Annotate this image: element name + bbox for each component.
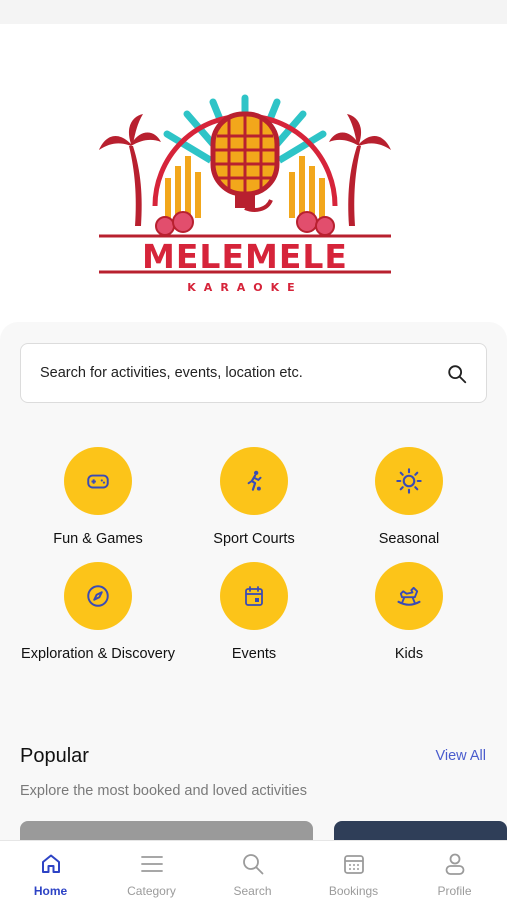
category-exploration-discovery[interactable]: Exploration & Discovery xyxy=(18,562,178,662)
calendar-icon xyxy=(245,586,263,606)
category-icon-circle[interactable] xyxy=(220,447,288,515)
category-kids[interactable]: Kids xyxy=(329,562,489,662)
view-all-link[interactable]: View All xyxy=(435,748,486,764)
category-icon-circle[interactable] xyxy=(375,562,443,630)
popular-section-subtitle: Explore the most booked and loved activi… xyxy=(20,783,307,799)
category-icon-circle[interactable] xyxy=(375,447,443,515)
melemele-karaoke-logo: MELEMELE KARAOKE xyxy=(99,94,391,294)
home-icon xyxy=(42,854,60,873)
category-label: Kids xyxy=(394,646,424,662)
gamepad-icon xyxy=(87,474,109,489)
menu-icon xyxy=(141,856,163,872)
calendar-icon xyxy=(344,855,364,874)
nav-search[interactable]: Search xyxy=(202,841,303,900)
nav-label: Profile xyxy=(437,884,472,898)
category-label: Fun & Games xyxy=(53,531,143,547)
category-icon-circle[interactable] xyxy=(64,562,132,630)
nav-home[interactable]: Home xyxy=(0,841,101,900)
nav-category[interactable]: Category xyxy=(101,841,202,900)
category-icon-circle[interactable] xyxy=(220,562,288,630)
nav-profile[interactable]: Profile xyxy=(404,841,505,900)
status-bar xyxy=(0,0,507,24)
hero-banner: MELEMELE KARAOKE xyxy=(0,24,507,324)
nav-label: Search xyxy=(233,884,272,898)
search-icon[interactable] xyxy=(446,363,468,385)
category-events[interactable]: Events xyxy=(174,562,334,662)
bottom-navigation: Home Category Search Bookings Profile xyxy=(0,840,507,900)
sun-icon xyxy=(396,468,422,494)
runner-icon xyxy=(247,470,262,491)
category-seasonal[interactable]: Seasonal xyxy=(329,447,489,547)
popular-section-title: Popular xyxy=(20,745,89,767)
user-icon xyxy=(445,853,465,875)
search-input[interactable]: Search for activities, events, location … xyxy=(40,365,303,381)
logo-brand-text: MELEMELE xyxy=(142,237,348,276)
category-icon-circle[interactable] xyxy=(64,447,132,515)
category-label: Sport Courts xyxy=(213,531,295,547)
nav-label: Home xyxy=(33,884,68,898)
rocking-horse-icon xyxy=(397,586,421,606)
category-label: Exploration & Discovery xyxy=(21,646,175,662)
compass-icon xyxy=(87,585,109,607)
search-bar[interactable]: Search for activities, events, location … xyxy=(20,343,487,403)
category-label: Events xyxy=(231,646,277,662)
nav-label: Category xyxy=(127,884,176,898)
main-content: Search for activities, events, location … xyxy=(0,322,507,845)
search-icon xyxy=(243,854,264,875)
nav-label: Bookings xyxy=(328,884,379,898)
category-fun-games[interactable]: Fun & Games xyxy=(18,447,178,547)
nav-bookings[interactable]: Bookings xyxy=(303,841,404,900)
logo-tagline-text: KARAOKE xyxy=(187,281,302,294)
category-label: Seasonal xyxy=(378,531,440,547)
category-sport-courts[interactable]: Sport Courts xyxy=(174,447,334,547)
